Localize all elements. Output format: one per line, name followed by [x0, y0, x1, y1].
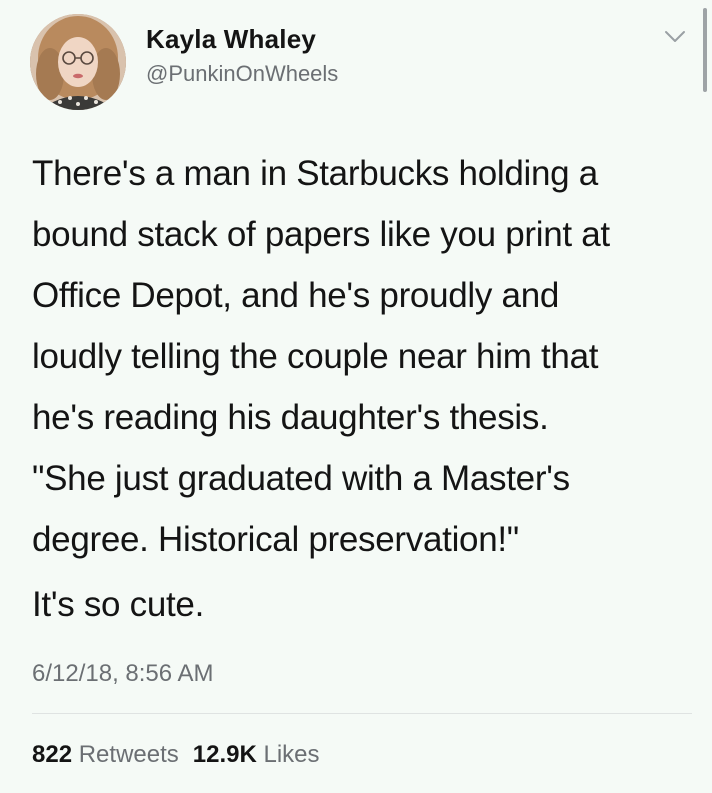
tweet-text-line: loudly telling the couple near him that: [32, 337, 599, 376]
engagement-stats: 822 Retweets 12.9K Likes: [32, 741, 320, 769]
likes-count: 12.9K: [192, 741, 257, 768]
avatar-image: [30, 14, 126, 110]
tweet-card: Kayla Whaley @PunkinOnWheels There's a m…: [0, 0, 712, 793]
scrollbar[interactable]: [703, 8, 707, 92]
retweets-count: 822: [32, 741, 73, 768]
tweet-timestamp[interactable]: 6/12/18, 8:56 AM: [32, 660, 213, 688]
tweet-text-line: degree. Historical preservation!": [32, 520, 519, 559]
tweet-text-line: There's a man in Starbucks holding a: [32, 154, 598, 193]
tweet-text-line: Office Depot, and he's proudly and: [32, 276, 560, 315]
chevron-down-icon[interactable]: [664, 30, 686, 44]
divider: [32, 713, 692, 714]
likes-label: Likes: [263, 741, 320, 768]
avatar[interactable]: [30, 14, 126, 110]
display-name[interactable]: Kayla Whaley: [146, 24, 316, 55]
tweet-text: There's a man in Starbucks holding a bou…: [32, 143, 692, 570]
retweets-link[interactable]: 822 Retweets: [32, 741, 179, 768]
tweet-text-line: bound stack of papers like you print at: [32, 215, 610, 254]
user-handle[interactable]: @PunkinOnWheels: [146, 61, 338, 87]
tweet-text-second-paragraph: It's so cute.: [32, 585, 205, 624]
retweets-label: Retweets: [78, 741, 179, 768]
tweet-text-line: "She just graduated with a Master's: [32, 459, 570, 498]
tweet-text-line: he's reading his daughter's thesis.: [32, 398, 549, 437]
likes-link[interactable]: 12.9K Likes: [193, 741, 320, 768]
